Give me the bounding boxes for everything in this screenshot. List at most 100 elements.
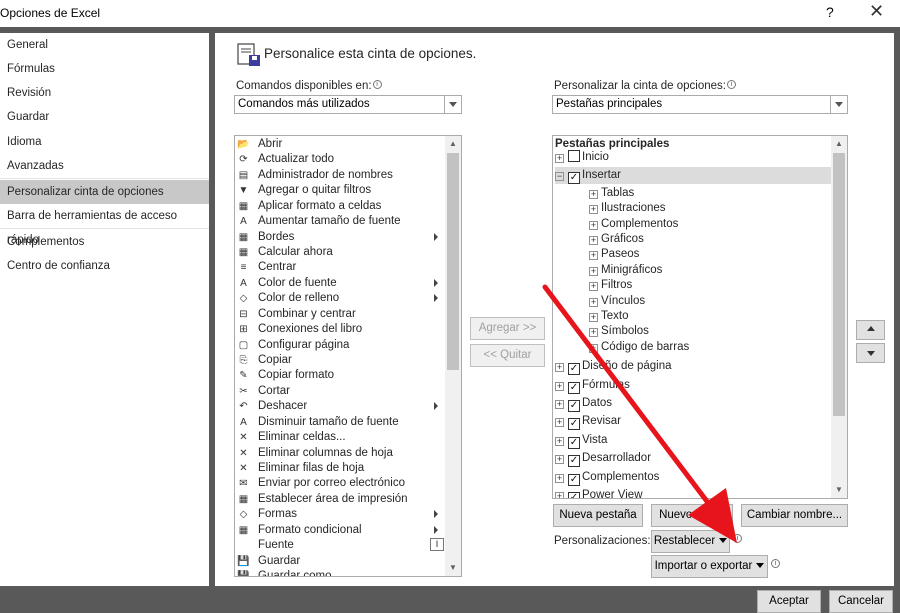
- commands-from-combo[interactable]: Comandos más utilizados: [234, 95, 462, 114]
- collapse-icon[interactable]: −: [555, 172, 564, 182]
- commands-list[interactable]: 📂 Abrir ⟳ Actualizar todo ▤ Administrador de …: [234, 135, 462, 577]
- scroll-thumb[interactable]: [447, 153, 459, 370]
- command-item[interactable]: 📂 Abrir: [235, 137, 441, 152]
- move-up-button[interactable]: [856, 320, 885, 340]
- command-item[interactable]: ▦ Formato condicional: [235, 523, 441, 538]
- nav-item[interactable]: General: [0, 33, 209, 57]
- scroll-down-icon[interactable]: ▼: [831, 482, 847, 498]
- command-item[interactable]: A Aumentar tamaño de fuente: [235, 214, 441, 229]
- command-item[interactable]: ✂ Cortar: [235, 384, 441, 399]
- command-label: Agregar o quitar filtros: [258, 184, 372, 197]
- scroll-thumb[interactable]: [833, 153, 845, 416]
- customize-ribbon-label: Personalizar la cinta de opciones: i: [554, 80, 736, 92]
- command-label: Actualizar todo: [258, 153, 335, 166]
- expand-icon[interactable]: +: [589, 236, 598, 245]
- command-item[interactable]: ▢ Configurar página: [235, 338, 441, 353]
- command-icon: ✂: [239, 385, 248, 397]
- scroll-up-icon[interactable]: ▲: [445, 136, 461, 152]
- command-item[interactable]: 💾 Guardar como: [235, 569, 441, 577]
- command-item[interactable]: A Color de fuente: [235, 276, 441, 291]
- chevron-down-icon[interactable]: [444, 96, 461, 113]
- command-icon: 📂: [237, 139, 250, 150]
- expand-icon[interactable]: +: [589, 205, 598, 215]
- page-title: Personalice esta cinta de opciones.: [264, 46, 477, 61]
- help-button[interactable]: ?: [826, 4, 834, 20]
- command-icon: ▦: [238, 493, 249, 505]
- scroll-up-icon[interactable]: ▲: [831, 136, 847, 152]
- expand-icon[interactable]: +: [589, 220, 598, 230]
- info-icon: i: [771, 559, 780, 568]
- group-label: Gráficos: [601, 233, 644, 245]
- nav-item[interactable]: Centro de confianza: [0, 254, 209, 278]
- group-label: Minigráficos: [601, 263, 663, 276]
- expand-icon[interactable]: +: [589, 251, 598, 261]
- command-label: Establecer área de impresión: [258, 492, 408, 505]
- command-label: Copiar: [258, 354, 292, 367]
- command-item[interactable]: ⟳ Actualizar todo: [235, 152, 441, 167]
- nav-item[interactable]: Idioma: [0, 130, 209, 154]
- tab-checkbox[interactable]: ✓: [568, 172, 580, 185]
- command-label: Bordes: [258, 230, 295, 243]
- command-item[interactable]: ✕ Eliminar filas de hoja: [235, 461, 441, 476]
- tree-scrollbar[interactable]: ▲ ▼: [831, 136, 847, 498]
- command-icon: ⟳: [239, 154, 248, 166]
- command-icon: ▦: [238, 524, 249, 536]
- command-label: Guardar: [258, 554, 301, 567]
- command-icon: ◇: [239, 293, 248, 305]
- expand-icon[interactable]: +: [589, 189, 598, 199]
- submenu-arrow-icon: [434, 510, 438, 519]
- customize-ribbon-value: Pestañas principales: [556, 98, 663, 110]
- command-item[interactable]: A Disminuir tamaño de fuente: [235, 415, 441, 430]
- command-item[interactable]: ✕ Eliminar columnas de hoja: [235, 446, 441, 461]
- command-item[interactable]: ▦ Establecer área de impresión: [235, 492, 441, 507]
- scroll-down-icon[interactable]: ▼: [445, 560, 461, 576]
- command-item[interactable]: ⎘ Copiar: [235, 353, 441, 368]
- cancel-button[interactable]: Cancelar: [829, 590, 893, 613]
- info-icon: i: [726, 80, 736, 89]
- command-item[interactable]: ▦ Aplicar formato a celdas: [235, 199, 441, 214]
- command-item[interactable]: ⊟ Combinar y centrar: [235, 307, 441, 322]
- command-icon: ▦: [238, 200, 249, 212]
- move-down-button[interactable]: [856, 343, 885, 363]
- nav-item[interactable]: Personalizar cinta de opciones: [0, 180, 209, 204]
- nav-item[interactable]: Complementos: [0, 230, 209, 254]
- command-label: Combinar y centrar: [258, 307, 356, 320]
- customize-ribbon-combo[interactable]: Pestañas principales: [552, 95, 848, 114]
- command-icon: ⊞: [239, 324, 248, 336]
- command-item[interactable]: ◇ Formas: [235, 507, 441, 522]
- nav-item[interactable]: Avanzadas: [0, 154, 209, 178]
- commands-scrollbar[interactable]: ▲ ▼: [445, 136, 461, 576]
- command-label: Aumentar tamaño de fuente: [258, 215, 401, 228]
- command-label: Conexiones del libro: [258, 323, 363, 336]
- command-item[interactable]: ⊞ Conexiones del libro: [235, 322, 441, 337]
- command-item[interactable]: ▦ Calcular ahora: [235, 245, 441, 260]
- command-label: Fuente: [258, 539, 294, 552]
- close-icon[interactable]: ✕: [869, 1, 884, 22]
- command-item[interactable]: Fuente I: [235, 538, 444, 553]
- command-item[interactable]: ✉ Enviar por correo electrónico: [235, 476, 441, 491]
- command-item[interactable]: ✎ Copiar formato: [235, 368, 441, 383]
- ok-button[interactable]: Aceptar: [757, 590, 821, 613]
- command-item[interactable]: ✕ Eliminar celdas...: [235, 430, 441, 445]
- command-item[interactable]: ≡ Centrar: [235, 260, 441, 275]
- triangle-down-icon: [867, 351, 875, 356]
- command-item[interactable]: 💾 Guardar: [235, 554, 441, 569]
- command-label: Configurar página: [258, 338, 350, 351]
- command-item[interactable]: ◇ Color de relleno: [235, 291, 441, 306]
- triangle-up-icon: [867, 326, 875, 331]
- nav-item[interactable]: Revisión: [0, 81, 209, 105]
- command-icon: A: [240, 416, 247, 428]
- command-item[interactable]: ↶ Deshacer: [235, 399, 441, 414]
- command-item[interactable]: ▦ Bordes: [235, 230, 441, 245]
- expand-icon[interactable]: +: [555, 154, 564, 163]
- nav-item[interactable]: Barra de herramientas de acceso rápido: [0, 204, 209, 246]
- ribbon-tab-item[interactable]: − ✓ Insertar: [555, 167, 831, 185]
- command-icon: 💾: [237, 571, 250, 577]
- nav-item[interactable]: Fórmulas: [0, 57, 209, 81]
- tab-checkbox[interactable]: [568, 150, 580, 162]
- nav-item[interactable]: Guardar: [0, 105, 209, 129]
- chevron-down-icon[interactable]: [830, 96, 847, 113]
- command-item[interactable]: ▤ Administrador de nombres: [235, 168, 441, 183]
- command-item[interactable]: ▼ Agregar o quitar filtros: [235, 183, 441, 198]
- ribbon-tab-item[interactable]: + Inicio: [555, 149, 609, 166]
